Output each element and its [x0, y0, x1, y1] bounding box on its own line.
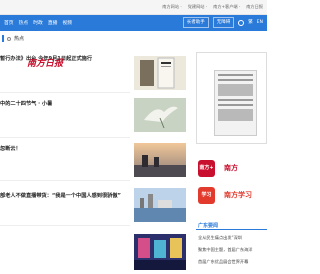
divider — [0, 92, 130, 93]
stage-image — [134, 234, 186, 270]
list-item[interactable]: 全从民生痛点出发“深圳 — [198, 235, 267, 247]
guangdong-news-header: 广东要闻 — [196, 220, 267, 230]
top-link-daily[interactable]: 南方日报 — [246, 4, 263, 10]
news-thumbnail[interactable] — [134, 56, 186, 90]
news-title[interactable]: 忽断云！ — [0, 145, 21, 152]
paper-line — [218, 79, 253, 81]
divider — [0, 180, 130, 181]
top-link-nanfang[interactable]: 南方网站 · — [162, 4, 181, 10]
xuexi-icon: 学习 — [198, 187, 215, 204]
app-label: 南方学习 — [224, 191, 252, 199]
nanfang-daily-logo: 南方日报 — [27, 59, 64, 69]
news-thumbnail[interactable] — [134, 143, 186, 177]
paper-line — [218, 99, 253, 101]
newspaper-preview[interactable] — [214, 70, 257, 136]
top-link-party[interactable]: 党建网站 · — [188, 4, 207, 10]
guangdong-news-title[interactable]: 广东要闻 — [198, 222, 218, 229]
nanfang-plus-icon: 南方+ — [198, 160, 215, 177]
nav-item-video[interactable]: 视频 — [62, 19, 72, 26]
section-title: 热点 — [14, 36, 25, 42]
nav-item-live[interactable]: 直播 — [48, 19, 58, 26]
news-thumbnail[interactable] — [134, 188, 186, 222]
book-image — [134, 56, 186, 90]
paper-image — [218, 109, 253, 121]
nav-item-home[interactable]: 首页 — [4, 19, 14, 26]
divider — [0, 137, 130, 138]
nav-items: 首页 热点 时政 直播 视频 — [4, 19, 72, 26]
elder-mode-button[interactable]: 长者助手 — [182, 17, 209, 28]
news-title[interactable]: 部老人不做直播带货：“我是一个中国人感到很骄傲” — [0, 192, 121, 199]
section-header: 热点 — [0, 35, 24, 42]
section-accent-bar — [2, 35, 4, 42]
guangdong-news-list: 全从民生痛点出发“深圳 聚焦中国主题，首届广东海洋 首届广东优品展会世界开幕 — [198, 235, 267, 271]
paper-line — [218, 104, 253, 106]
fire-icon — [7, 36, 11, 41]
list-item[interactable]: 首届广东优品展会世界开幕 — [198, 259, 267, 271]
accessibility-button[interactable]: 无障碍 — [212, 17, 235, 28]
divider — [0, 225, 130, 226]
top-bar: 南方网站 · 党建网站 · 南方+客户端 · 南方日报 — [0, 0, 267, 15]
main-nav: 首页 热点 时政 直播 视频 长者助手 无障碍 繁 EN — [0, 15, 267, 31]
sunset-image — [134, 143, 186, 177]
app-label: 南方 — [224, 164, 238, 172]
nav-item-hot[interactable]: 热点 — [19, 19, 29, 26]
news-thumbnail[interactable] — [134, 98, 186, 132]
app-nanfang-plus[interactable]: 南方+ 南方 — [196, 158, 267, 179]
lang-english[interactable]: EN — [257, 17, 263, 28]
list-item[interactable]: 聚焦中国主题，首届广东海洋 — [198, 247, 267, 259]
paper-line — [218, 74, 253, 76]
bird-image — [134, 98, 186, 132]
app-xuexi[interactable]: 学习 南方学习 — [196, 185, 267, 206]
news-title[interactable]: 中的二十四节气 · 小暑 — [0, 100, 52, 107]
harbor-image — [134, 188, 186, 222]
news-thumbnail[interactable] — [134, 234, 186, 270]
paper-image — [218, 84, 253, 96]
search-icon[interactable] — [238, 19, 245, 26]
lang-traditional[interactable]: 繁 — [248, 17, 253, 28]
nav-item-politics[interactable]: 时政 — [33, 19, 43, 26]
nav-right: 长者助手 无障碍 繁 EN — [182, 17, 263, 28]
top-links: 南方网站 · 党建网站 · 南方+客户端 · 南方日报 — [162, 4, 263, 10]
top-link-client[interactable]: 南方+客户端 · — [213, 4, 240, 10]
